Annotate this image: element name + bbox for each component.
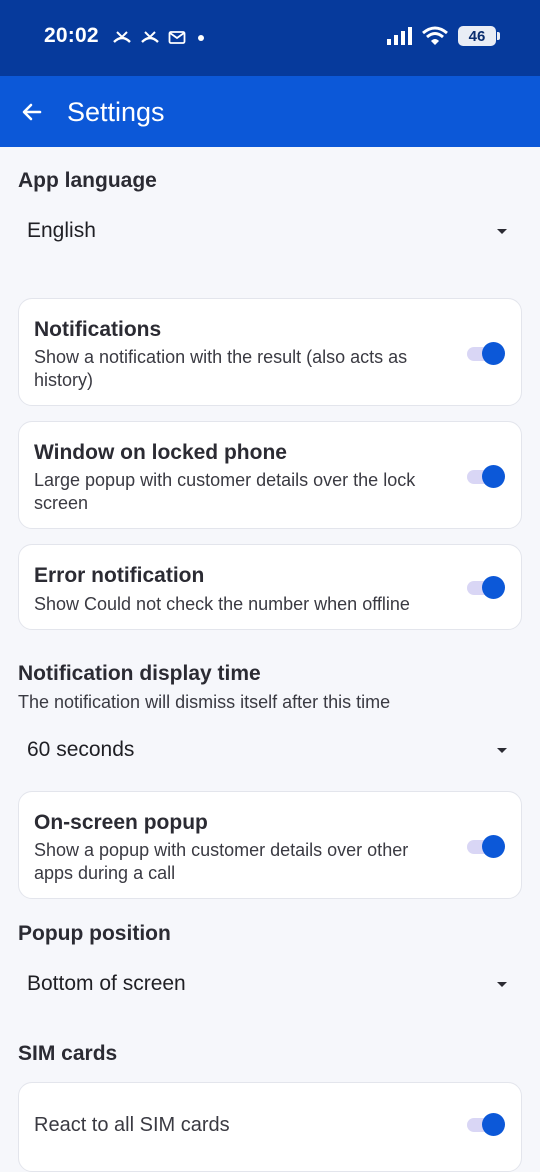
display-time-dropdown[interactable]: 60 seconds [27,732,507,772]
app-bar: Settings [0,76,540,147]
error-notification-desc: Show Could not check the number when off… [34,594,410,614]
dropdown-arrow-icon [497,748,507,753]
signal-icon [387,27,412,45]
display-time-title: Notification display time [18,662,261,685]
toggle-thumb [482,835,505,858]
battery-level: 46 [468,27,486,45]
missed-call-icon [141,31,159,43]
missed-call-icon [113,31,131,43]
notifications-toggle[interactable] [467,342,505,365]
arrow-back-icon [22,103,42,121]
mail-icon [168,31,186,44]
error-notification-toggle[interactable] [467,576,505,599]
onscreen-popup-toggle[interactable] [467,835,505,858]
popup-position-dropdown[interactable]: Bottom of screen [27,966,507,1006]
locked-window-title: Window on locked phone [34,441,287,464]
all-sims-label: React to all SIM cards [34,1114,230,1136]
sim-cards-title: SIM cards [18,1042,118,1065]
display-time-subtitle: The notification will dismiss itself aft… [18,692,391,712]
locked-window-desc: Large popup with customer details over t… [34,470,416,513]
popup-position-title: Popup position [18,922,171,945]
display-time-value: 60 seconds [27,738,135,761]
battery-icon: 46 [458,26,500,46]
wifi-icon [422,26,448,45]
status-time: 20:02 [44,24,99,47]
notifications-desc: Show a notification with the result (als… [34,347,408,390]
error-notification-card[interactable]: Error notification Show Could not check … [18,544,522,630]
locked-window-toggle[interactable] [467,465,505,488]
onscreen-popup-card[interactable]: On-screen popup Show a popup with custom… [18,791,522,899]
app-language-dropdown[interactable]: English [27,213,507,253]
dropdown-arrow-icon [497,229,507,234]
onscreen-popup-desc: Show a popup with customer details over … [34,840,409,883]
locked-window-card[interactable]: Window on locked phone Large popup with … [18,421,522,529]
toggle-thumb [482,342,505,365]
app-language-title: App language [18,169,157,192]
all-sims-toggle[interactable] [467,1113,505,1136]
dot-icon [198,35,204,41]
error-notification-title: Error notification [34,564,205,587]
page-title: Settings [67,97,165,127]
notification-icons [112,28,208,46]
status-bar: 20:02 46 [0,0,540,76]
onscreen-popup-title: On-screen popup [34,811,208,834]
back-button[interactable] [18,98,46,126]
popup-position-value: Bottom of screen [27,972,186,995]
toggle-thumb [482,576,505,599]
notifications-title: Notifications [34,318,162,341]
notifications-card[interactable]: Notifications Show a notification with t… [18,298,522,406]
toggle-thumb [482,1113,505,1136]
app-language-value: English [27,219,96,242]
toggle-thumb [482,465,505,488]
system-icons: 46 [386,26,500,46]
dropdown-arrow-icon [497,982,507,987]
